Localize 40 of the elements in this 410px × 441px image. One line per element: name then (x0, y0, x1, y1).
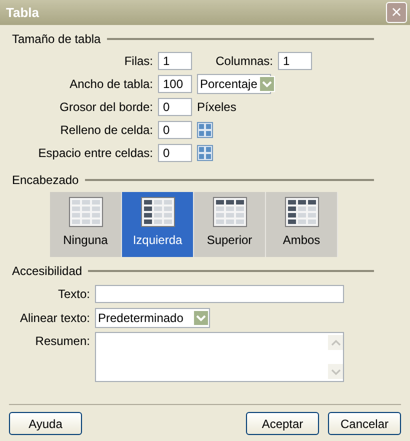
summary-field[interactable] (95, 332, 344, 382)
spacing-field[interactable]: 0 (158, 144, 192, 162)
header-option[interactable]: Ninguna (50, 192, 122, 257)
border-field[interactable]: 0 (158, 98, 192, 116)
field-label: Columnas: (214, 52, 274, 70)
chevron-down-icon (330, 368, 340, 376)
header-option[interactable]: Superior (194, 192, 266, 257)
section-title: Accesibilidad (12, 263, 82, 280)
table-icon (68, 197, 102, 227)
table-icon (284, 197, 318, 227)
cancel-button[interactable]: Cancelar (328, 412, 401, 435)
caption-field[interactable] (95, 284, 344, 302)
ok-button[interactable]: Aceptar (246, 412, 319, 435)
field-label: Texto: (56, 286, 91, 302)
field-label: Grosor del borde: (58, 98, 154, 116)
table-icon (212, 197, 246, 227)
field-label: Filas: (123, 52, 154, 70)
help-button[interactable]: Ayuda (9, 412, 82, 435)
unit-label: Píxeles (197, 98, 236, 116)
window-title: Tabla (6, 4, 39, 22)
chevron-up-icon (330, 338, 340, 346)
field-label: Espacio entre celdas: (37, 144, 154, 162)
header-option[interactable]: Ambos (266, 192, 338, 257)
scroll-up-button[interactable] (328, 335, 343, 350)
field-label: Ancho de tabla: (68, 76, 154, 92)
table-icon (140, 197, 174, 227)
width-field[interactable]: 100 (158, 74, 192, 92)
field-label: Resumen: (34, 333, 91, 350)
cell-grid-icon (197, 144, 213, 160)
columns-field[interactable]: 1 (278, 52, 312, 70)
section-title: Encabezado (12, 172, 79, 189)
scroll-down-button[interactable] (328, 364, 343, 379)
padding-field[interactable]: 0 (158, 120, 192, 138)
header-option[interactable]: Izquierda (122, 192, 194, 257)
section-title: Tamaño de tabla (12, 31, 101, 48)
field-label: Relleno de celda: (59, 122, 154, 138)
rows-field[interactable]: 1 (158, 52, 192, 70)
field-label: Alinear texto: (18, 310, 91, 326)
align-dropdown[interactable]: Predeterminado (95, 308, 210, 328)
cell-grid-icon (197, 122, 213, 138)
